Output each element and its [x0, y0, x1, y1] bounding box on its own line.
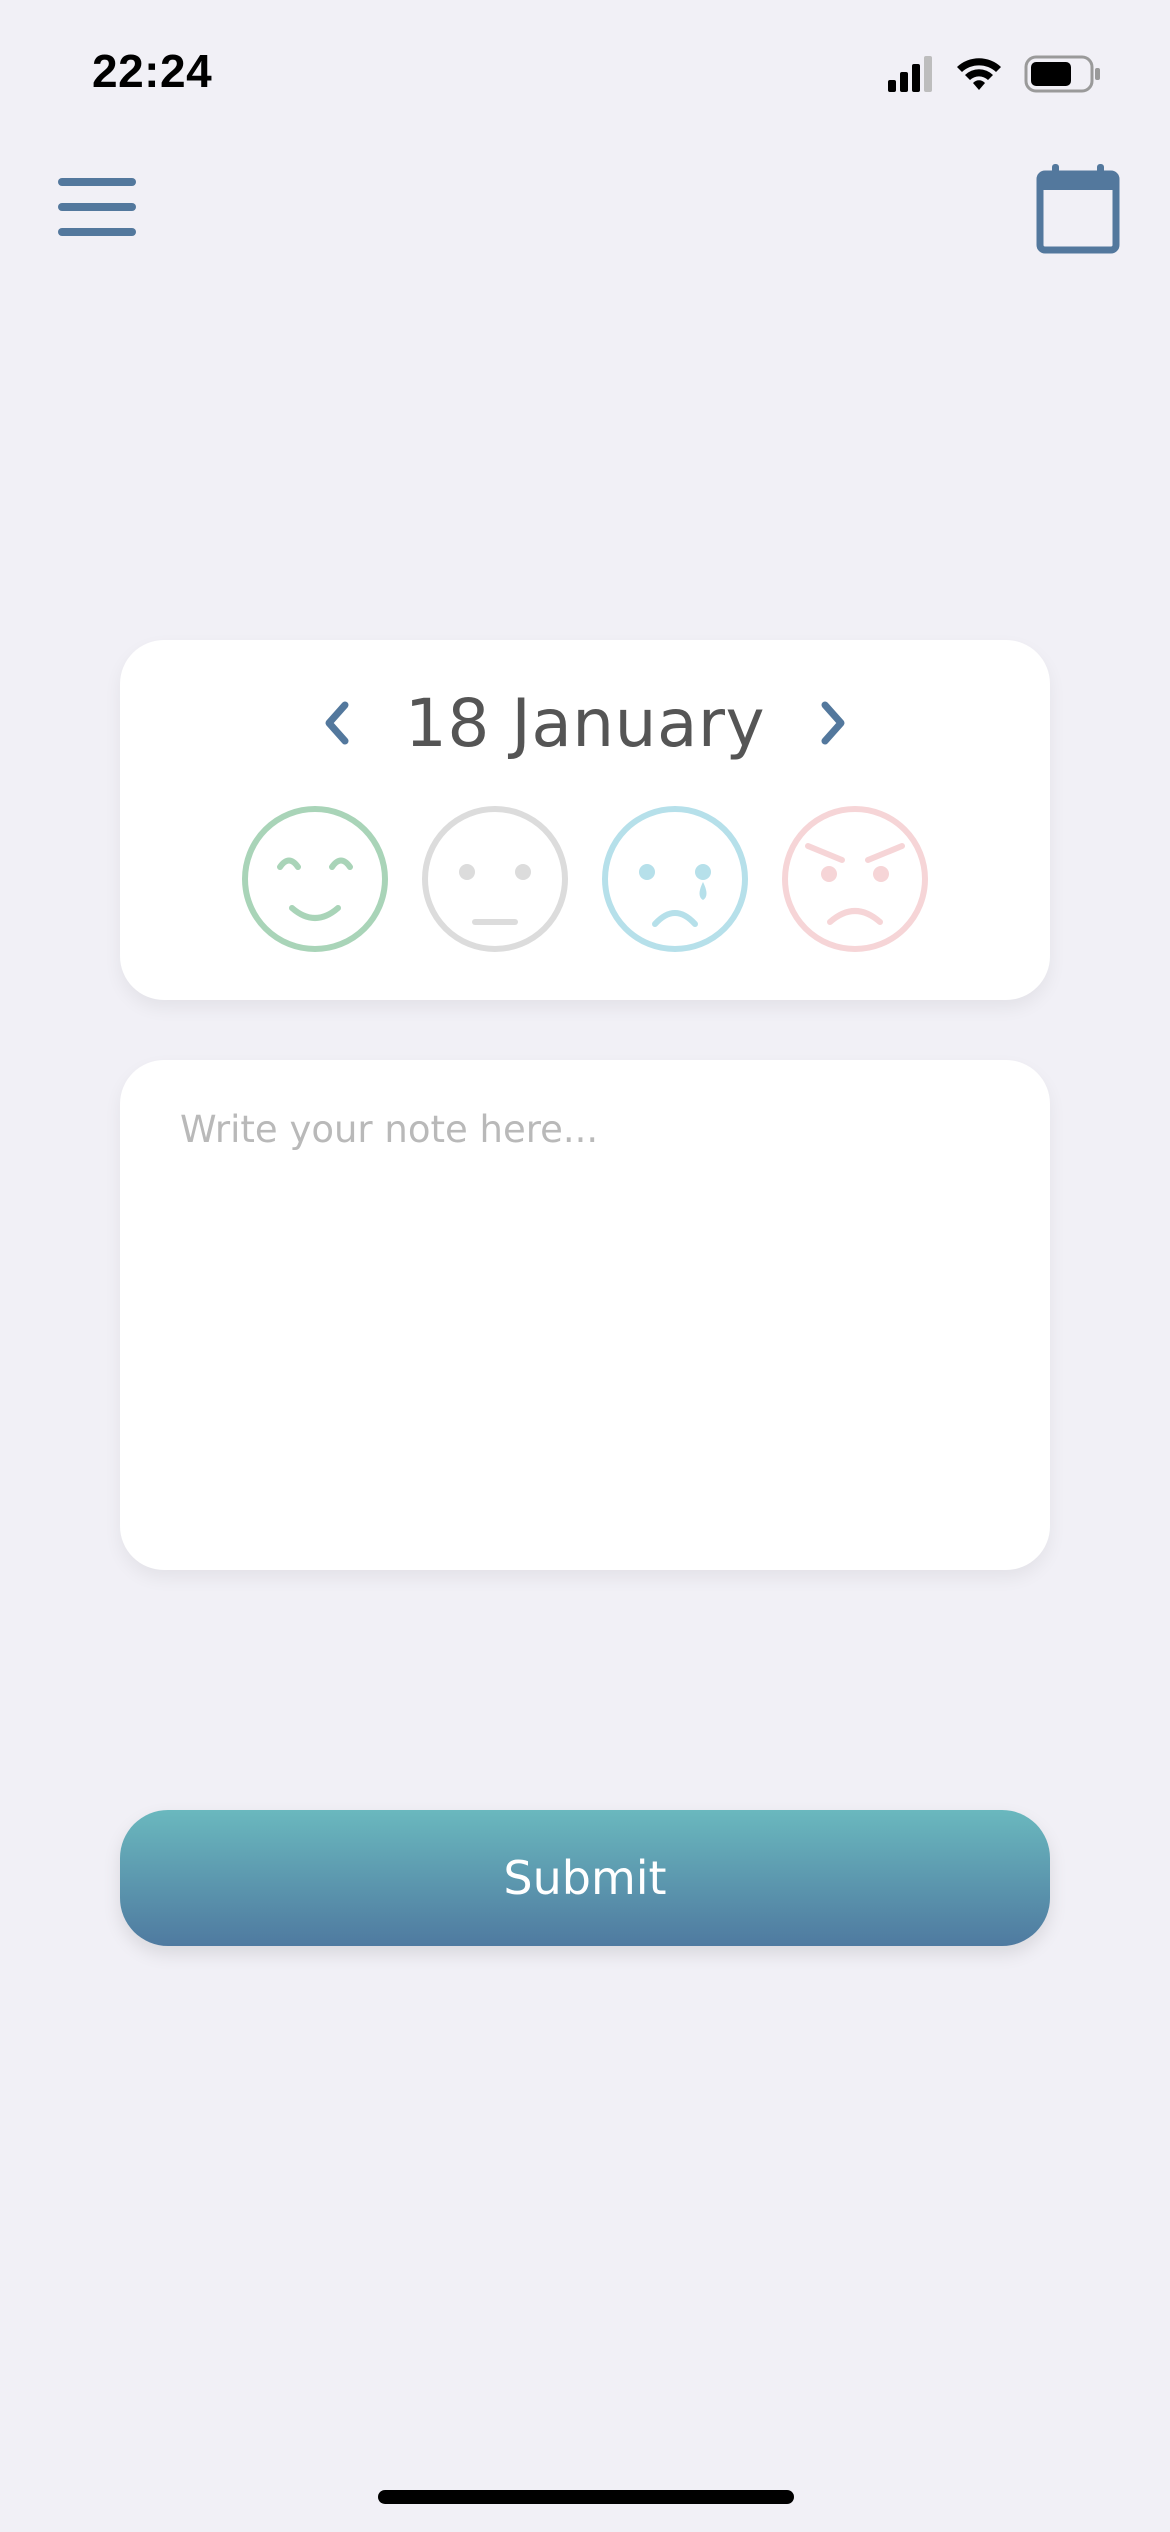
status-icons	[888, 54, 1118, 94]
signal-icon	[888, 56, 932, 92]
neutral-face-icon[interactable]	[420, 804, 570, 954]
date-label: 18 January	[404, 684, 766, 762]
mood-journal-screen: 22:24 18 January Write your note here...…	[0, 0, 1170, 2532]
mood-options	[120, 804, 1050, 954]
battery-icon	[1024, 55, 1100, 93]
date-selector: 18 January	[120, 678, 1050, 768]
calendar-button[interactable]	[1036, 162, 1120, 254]
hamburger-menu-icon	[58, 178, 136, 236]
mood-card: 18 January	[120, 640, 1050, 1000]
home-indicator	[378, 2490, 794, 2504]
note-input[interactable]	[180, 1108, 990, 1528]
crying-face-icon[interactable]	[600, 804, 750, 954]
calendar-icon	[1036, 164, 1120, 254]
submit-button[interactable]: Submit	[120, 1810, 1050, 1946]
wifi-icon	[957, 58, 1001, 90]
menu-button[interactable]	[56, 176, 140, 238]
note-card	[120, 1060, 1050, 1570]
status-time: 22:24	[92, 45, 213, 97]
chevron-left-icon[interactable]	[313, 693, 363, 753]
chevron-right-icon[interactable]	[807, 693, 857, 753]
happy-face-icon[interactable]	[240, 804, 390, 954]
angry-face-icon[interactable]	[780, 804, 930, 954]
